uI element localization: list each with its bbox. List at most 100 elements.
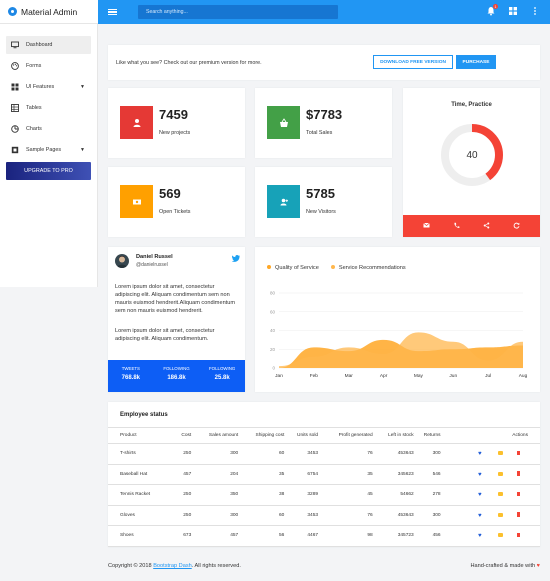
sidebar-item-dashboard[interactable]: Dashboard <box>6 36 91 54</box>
time-practice-title: Time, Practice <box>451 102 492 108</box>
table-cell: 546 <box>413 464 441 485</box>
delete-icon[interactable] <box>516 471 520 476</box>
table-cell: 300 <box>191 505 239 526</box>
table-cell: 76 <box>318 443 373 465</box>
table-cell: Tennis Racket <box>108 484 176 506</box>
sidebar-item-label: UI Features <box>26 84 55 90</box>
sidebar-item-charts[interactable]: Charts <box>6 120 91 138</box>
comment-icon[interactable] <box>497 512 503 517</box>
comment-icon[interactable] <box>497 451 503 455</box>
sidebar-item-forms[interactable]: Forms <box>6 57 91 75</box>
download-free-button[interactable]: DOWNLOAD FREE VERSION <box>373 55 453 69</box>
menu-toggle-icon[interactable] <box>108 8 117 16</box>
bootstrap-dash-link[interactable]: Bootstrap Dash <box>153 563 192 569</box>
service-chart-card: Quality of Service Service Recommendatio… <box>255 247 540 392</box>
employee-status-card: Employee status Product Cost Sales amount S… <box>108 402 540 547</box>
table-cell: 35 <box>318 464 373 485</box>
sidebar-item-label: Forms <box>26 63 42 69</box>
delete-icon[interactable] <box>516 491 520 496</box>
sidebar-item-sample-pages[interactable]: Sample Pages ▼ <box>6 141 91 159</box>
footer: Copyright © 2018 Bootstrap Dash. All rig… <box>108 563 540 569</box>
column-header: Sales amount <box>191 427 239 444</box>
table-cell: 345723 <box>372 525 414 547</box>
ticket-icon <box>120 185 153 218</box>
stat-value: 5785 <box>306 186 335 201</box>
table-cell: 453643 <box>372 443 414 465</box>
phone-icon[interactable] <box>453 222 460 231</box>
delete-icon[interactable] <box>516 512 520 517</box>
table-cell: Baseball Hat <box>108 464 176 485</box>
heart-icon[interactable]: ♥ <box>478 472 482 478</box>
comment-icon[interactable] <box>497 492 503 496</box>
table-row: T-shirts 250 300 60 3453 76 453643 300 ♥ <box>108 443 540 465</box>
y-tick-label: 60 <box>270 309 276 314</box>
table-row: Baseball Hat 457 204 35 6754 35 345623 546 ♥ <box>108 464 540 485</box>
column-header: Cost <box>175 427 192 444</box>
stat-card-tickets: 569 Open Tickets <box>108 167 245 237</box>
x-tick-label: Feb <box>310 373 319 379</box>
row-actions: ♥ <box>440 484 540 506</box>
column-header: Product <box>108 427 176 444</box>
upgrade-to-pro-button[interactable]: UPGRADE TO PRO <box>6 162 91 180</box>
user-icon <box>120 106 153 139</box>
employee-table: Product Cost Sales amount Shipping cost Unit… <box>108 427 540 547</box>
stat-card-visitors: 5785 New Visitors <box>255 167 392 237</box>
row-actions: ♥ <box>440 443 540 465</box>
message-icon[interactable] <box>422 222 430 231</box>
purchase-button[interactable]: PURCHASE <box>456 55 496 69</box>
table-cell: 76 <box>318 505 373 526</box>
x-tick-label: Jul <box>485 373 491 379</box>
table-cell: 98 <box>318 525 373 547</box>
heart-icon[interactable]: ♥ <box>478 533 482 539</box>
legend-label: Service Recommendations <box>338 265 406 271</box>
time-practice-card: Time, Practice 40 <box>403 88 540 237</box>
file-icon <box>10 146 19 155</box>
sidebar: Dashboard Forms UI Features ▼ Tables Cha… <box>0 24 98 287</box>
apps-grid-icon[interactable] <box>508 6 518 16</box>
table-cell: 3289 <box>284 484 319 506</box>
heart-icon[interactable]: ♥ <box>478 451 482 457</box>
sidebar-item-tables[interactable]: Tables <box>6 99 91 117</box>
column-header: Profit generated <box>318 427 373 444</box>
search-box[interactable] <box>138 5 338 19</box>
twitter-icon[interactable] <box>231 255 240 264</box>
table-row: Tennis Racket 250 350 38 3289 45 54662 278 ♥ <box>108 484 540 506</box>
heart-icon[interactable]: ♥ <box>478 513 482 519</box>
table-cell: 6754 <box>284 464 319 485</box>
legend-item[interactable]: Quality of Service <box>267 265 319 271</box>
delete-icon[interactable] <box>516 450 520 455</box>
x-tick-label: Apr <box>380 373 388 379</box>
stat-following[interactable]: FOLLOWING 186.8k <box>154 360 200 392</box>
sidebar-item-label: Dashboard <box>26 42 53 48</box>
more-vertical-icon[interactable] <box>530 6 540 16</box>
table-cell: 38 <box>238 484 285 506</box>
table-cell: 453643 <box>372 505 414 526</box>
refresh-icon[interactable] <box>513 222 520 231</box>
comment-icon[interactable] <box>497 471 503 476</box>
share-icon[interactable] <box>483 222 490 231</box>
table-row: Shoes 673 457 56 4467 98 345723 456 ♥ <box>108 525 540 547</box>
x-tick-label: May <box>414 373 424 379</box>
legend-item[interactable]: Service Recommendations <box>330 265 406 271</box>
table-cell: 4467 <box>284 525 319 547</box>
time-progress-ring: 40 <box>441 124 503 186</box>
delete-icon[interactable] <box>516 532 520 537</box>
table-cell: 300 <box>191 443 239 465</box>
brand[interactable]: Material Admin <box>0 0 98 24</box>
basket-icon <box>267 106 300 139</box>
search-input[interactable] <box>146 9 338 15</box>
stat-following[interactable]: FOLLOWING 25.8k <box>199 360 245 392</box>
table-row: Gloves 250 300 60 3453 76 453643 300 ♥ <box>108 505 540 526</box>
table-cell: 278 <box>413 484 441 506</box>
comment-icon[interactable] <box>497 533 503 537</box>
sidebar-item-ui-features[interactable]: UI Features ▼ <box>6 78 91 96</box>
legend-label: Quality of Service <box>275 265 319 271</box>
heart-icon[interactable]: ♥ <box>478 492 482 498</box>
profile-handle: @danielrussel <box>136 262 168 268</box>
column-header: Shipping cost <box>238 427 285 444</box>
notification-bell-icon[interactable]: 1 <box>486 4 498 16</box>
promo-text: Like what you see? Check out our premium… <box>116 59 262 66</box>
app-title: Material Admin <box>21 6 78 17</box>
stat-tweets[interactable]: TWEETS 768.8k <box>108 360 154 392</box>
table-cell: 204 <box>191 464 239 485</box>
